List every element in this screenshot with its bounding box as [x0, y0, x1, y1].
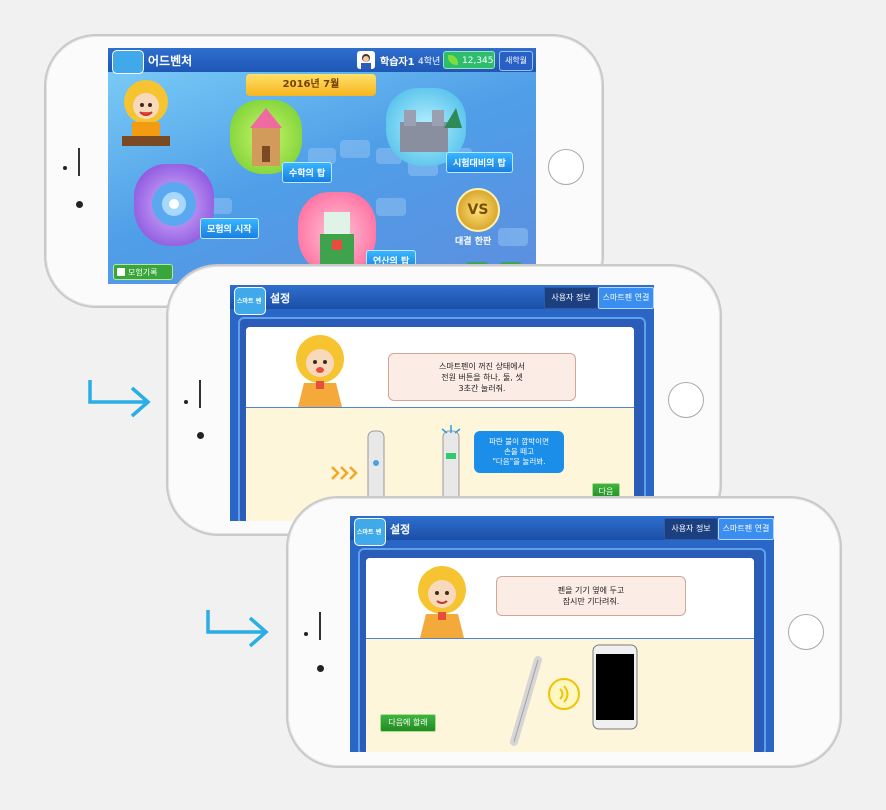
content-card: 펜을 기기 옆에 두고 잠시만 기다려줘. 다음에 할래: [366, 558, 754, 752]
instruction-line-2: 잠시만 기다려줘.: [562, 597, 620, 606]
instruction-bubble: 펜을 기기 옆에 두고 잠시만 기다려줘.: [496, 576, 686, 616]
logo-text: 스마트 쎈: [357, 529, 382, 536]
tab-smartpen-connect[interactable]: 스마트펜 연결: [598, 287, 654, 309]
phone2-side-line: [199, 380, 201, 408]
vs-battle-icon[interactable]: VS: [456, 188, 500, 232]
smartphone-icon: [592, 644, 638, 730]
date-banner: 2016년 7월: [246, 74, 376, 96]
content-card: 스마트펜이 꺼진 상태에서 전원 버튼을 하나, 둘, 셋 3초간 눌러줘. 파…: [246, 327, 634, 521]
tip-bubble: 파란 불이 깜박이면 손을 떼고 "다음"을 눌러봐.: [474, 431, 564, 473]
exam-tower-label[interactable]: 시험대비의 탑: [446, 152, 513, 173]
page-title: 설정: [390, 523, 411, 536]
tab-user-info[interactable]: 사용자 정보: [544, 287, 598, 309]
adventure-screen: 어드벤처 학습자1 4학년 12,345 새학월 2016년 7월 수학의 탑 …: [108, 48, 536, 284]
phone3-side-dot: [317, 665, 324, 672]
smartpen-icon: [510, 656, 542, 746]
phone2-side-dot-small: [184, 400, 188, 404]
pen-setup-screen-1: 스마트 쎈 설정 사용자 정보 스마트펜 연결 스마트펜이 꺼진 상태에서 전원…: [230, 285, 654, 521]
phone1-side-line: [78, 148, 80, 176]
instruction-line-2: 전원 버튼을 하나, 둘, 셋: [441, 372, 523, 382]
arrow-icon-1: [88, 380, 151, 418]
tab-smartpen-connect[interactable]: 스마트펜 연결: [718, 518, 774, 540]
math-tower-label[interactable]: 수학의 탑: [282, 162, 333, 183]
record-button[interactable]: 모험기록: [113, 264, 173, 280]
phone2-home-button[interactable]: [668, 382, 704, 418]
tip-line-1: 파란 불이 깜박이면: [489, 437, 549, 446]
app-logo[interactable]: 스마트 쎈: [354, 518, 386, 546]
mascot-character: [296, 335, 344, 407]
phone2-side-dot: [197, 432, 204, 439]
hero-character: [122, 80, 170, 146]
chevron-right-icon: [331, 466, 358, 480]
content-frame: 펜을 기기 옆에 두고 잠시만 기다려줘. 다음에 할래: [358, 548, 766, 752]
top-bar: 스마트 쎈 설정 사용자 정보 스마트펜 연결: [350, 516, 774, 546]
phone3-home-button[interactable]: [788, 614, 824, 650]
content-frame: 스마트펜이 꺼진 상태에서 전원 버튼을 하나, 둘, 셋 3초간 눌러줘. 파…: [238, 317, 646, 521]
top-bar: 스마트 쎈 설정 사용자 정보 스마트펜 연결: [230, 285, 654, 315]
later-button[interactable]: 다음에 할래: [380, 714, 436, 732]
phone3-side-line: [319, 612, 321, 640]
phone1-side-dot: [76, 201, 83, 208]
tip-line-2: 손을 떼고: [504, 447, 534, 456]
instruction-line-1: 펜을 기기 옆에 두고: [557, 586, 625, 595]
robot-icon: [320, 212, 354, 264]
mascot-character: [418, 566, 466, 638]
page-title: 설정: [270, 292, 291, 305]
logo-text: 스마트 쎈: [237, 298, 262, 305]
battle-label[interactable]: 대결 한판: [455, 234, 491, 247]
instruction-line-3: 3초간 눌러줘.: [458, 383, 506, 393]
phone3-side-dot-small: [304, 632, 308, 636]
arrow-icon-2: [206, 610, 269, 648]
calc-tower-spot[interactable]: [298, 192, 376, 274]
pen-setup-screen-2: 스마트 쎈 설정 사용자 정보 스마트펜 연결 펜을 기기 옆에 두고 잠시만 …: [350, 516, 774, 752]
phone1-home-button[interactable]: [548, 149, 584, 185]
app-logo[interactable]: 스마트 쎈: [234, 287, 266, 315]
record-button-label: 모험기록: [128, 268, 158, 277]
phone1-side-dot-small: [63, 166, 67, 170]
nfc-signal-icon: [548, 678, 580, 710]
instruction-line-1: 스마트펜이 꺼진 상태에서: [438, 361, 526, 371]
adventure-start-label[interactable]: 모험의 시작: [200, 218, 259, 239]
instruction-bubble: 스마트펜이 꺼진 상태에서 전원 버튼을 하나, 둘, 셋 3초간 눌러줘.: [388, 353, 576, 401]
tab-user-info[interactable]: 사용자 정보: [664, 518, 718, 540]
notebook-icon: [117, 268, 125, 276]
tip-line-3: "다음"을 눌러봐.: [492, 457, 546, 466]
